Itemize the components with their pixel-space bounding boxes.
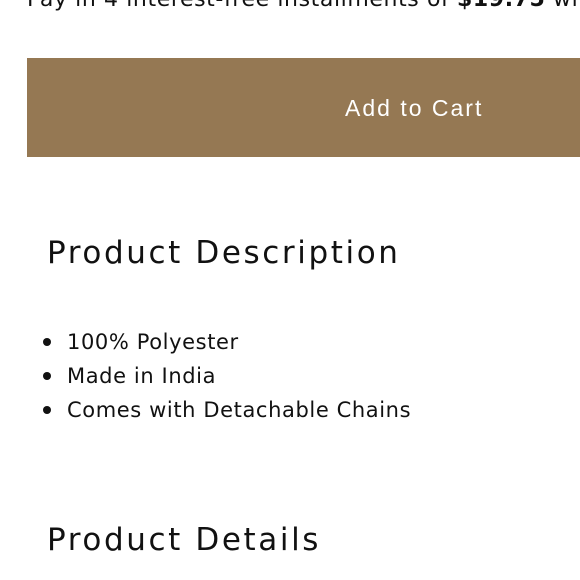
installments-prefix: Pay in 4 interest-free installments of bbox=[27, 0, 457, 12]
product-details-heading: Product Details bbox=[47, 522, 322, 558]
installment-amount: $19.75 bbox=[457, 0, 546, 12]
bullet-icon bbox=[43, 338, 51, 346]
product-features-list: 100% Polyester Made in India Comes with … bbox=[40, 325, 411, 427]
list-item: Made in India bbox=[40, 359, 411, 393]
product-page: Pay in 4 interest-free installments of $… bbox=[0, 0, 580, 580]
add-to-cart-button[interactable]: Add to Cart bbox=[27, 58, 580, 157]
add-to-cart-label: Add to Cart bbox=[345, 95, 484, 121]
installments-note: Pay in 4 interest-free installments of $… bbox=[27, 0, 580, 18]
installments-middle: with bbox=[545, 0, 580, 12]
list-item: Comes with Detachable Chains bbox=[40, 393, 411, 427]
bullet-icon bbox=[43, 406, 51, 414]
list-item-text: Comes with Detachable Chains bbox=[67, 398, 412, 422]
list-item-text: Made in India bbox=[67, 364, 217, 388]
bullet-icon bbox=[43, 372, 51, 380]
list-item: 100% Polyester bbox=[40, 325, 411, 359]
product-description-heading: Product Description bbox=[47, 235, 401, 271]
list-item-text: 100% Polyester bbox=[67, 330, 239, 354]
